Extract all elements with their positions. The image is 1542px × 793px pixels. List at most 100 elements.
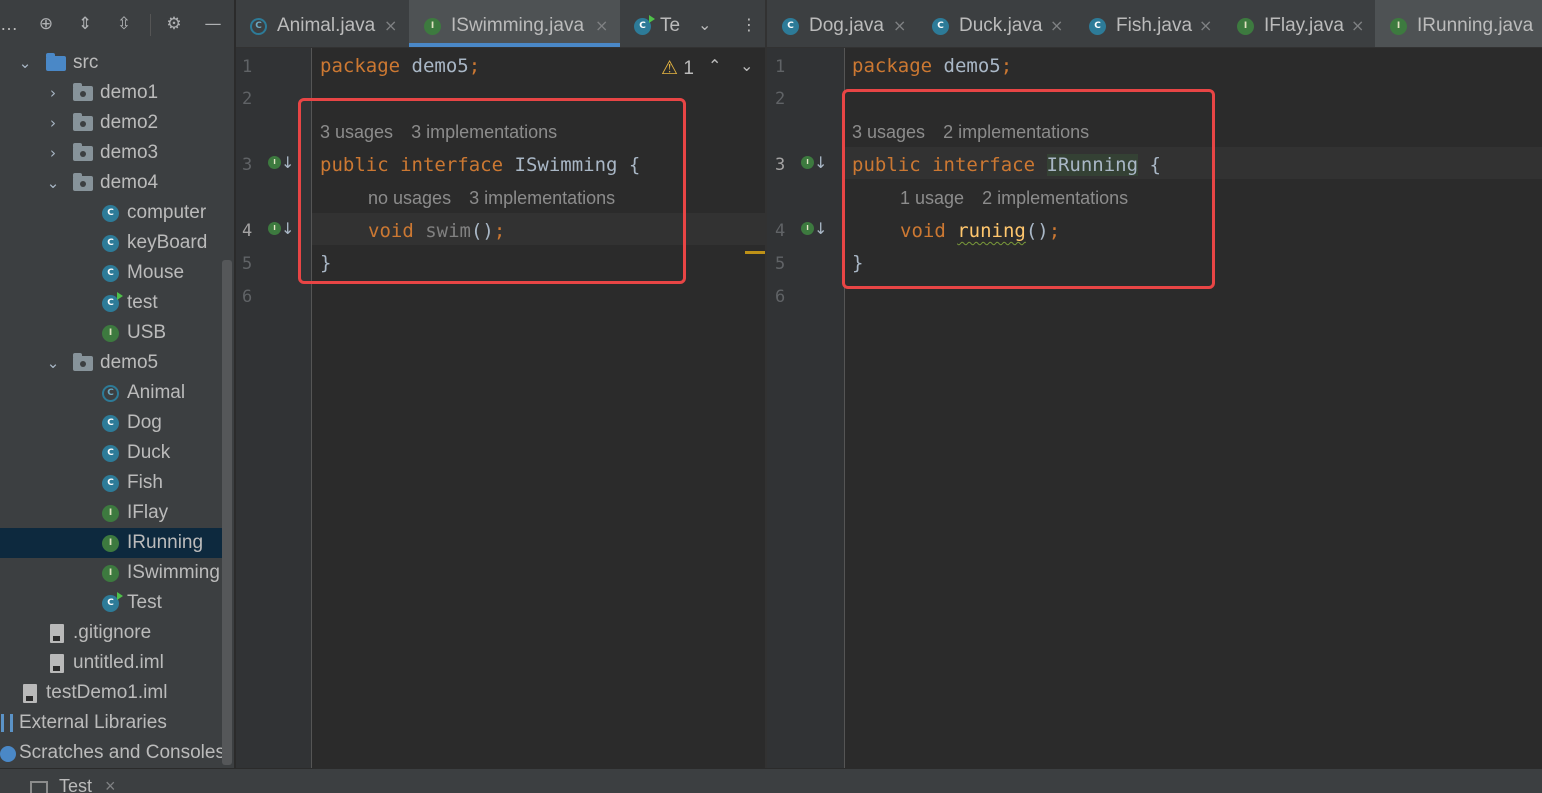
abstract-class-icon: C [250, 18, 267, 35]
tree-item-usb[interactable]: I USB [0, 318, 232, 348]
tree-item-label: ISwimming [127, 562, 220, 583]
warning-icon: ⚠ [661, 57, 679, 79]
tab-label: Animal.java [277, 15, 376, 36]
warning-count: 1 [683, 58, 694, 79]
tree-item-demo5[interactable]: ⌄ demo5 [0, 348, 232, 378]
implemented-gutter-icon[interactable]: I ↓ [801, 153, 827, 174]
tree-item-keyboard[interactable]: C keyBoard [0, 228, 232, 258]
interface-icon: I [1390, 18, 1407, 35]
tab-fish-java[interactable]: C Fish.java × [1075, 0, 1223, 47]
tree-item-demo3[interactable]: › demo3 [0, 138, 232, 168]
interface-badge-icon: I [801, 222, 814, 235]
tab-duck-java[interactable]: C Duck.java × [917, 0, 1075, 47]
tab-test-java[interactable]: C Te [620, 0, 682, 47]
tab-iswimming-java[interactable]: I ISwimming.java × [409, 0, 620, 47]
line-number: 6 [242, 287, 253, 307]
tab-iflay-java[interactable]: I IFlay.java × [1223, 0, 1375, 47]
toolbar-divider [150, 14, 151, 36]
class-icon: C [102, 235, 119, 252]
previous-highlight-icon[interactable]: ⌃ [708, 54, 721, 78]
tree-item-demo2[interactable]: › demo2 [0, 108, 232, 138]
tree-item-label: keyBoard [127, 232, 208, 253]
tree-item-test-demo5[interactable]: C Test [0, 588, 232, 618]
interface-icon: I [102, 535, 119, 552]
chevron-down-icon[interactable]: ⌄ [46, 348, 60, 378]
close-icon[interactable]: × [384, 0, 397, 47]
class-icon: C [932, 18, 949, 35]
tab-label: Duck.java [959, 15, 1043, 36]
tree-item-untitled-iml[interactable]: untitled.iml [0, 648, 232, 678]
implemented-gutter-icon[interactable]: I ↓ [268, 219, 294, 240]
tree-item-iflay[interactable]: I IFlay [0, 498, 232, 528]
tree-item-iswimming[interactable]: I ISwimming [0, 558, 232, 588]
tree-item-external-libraries[interactable]: External Libraries [0, 708, 232, 738]
tree-item-gitignore[interactable]: .gitignore [0, 618, 232, 648]
tree-item-dog[interactable]: C Dog [0, 408, 232, 438]
keyword: package [320, 55, 401, 77]
right-editor-tabbar: C Dog.java × C Duck.java × C Fish.java ×… [767, 0, 1542, 48]
class-icon: C [102, 475, 119, 492]
project-toolbar: … ⊕ ⇕ ⇳ ⚙ — [0, 0, 234, 48]
gear-icon[interactable]: ⚙ [164, 14, 184, 34]
tab-label: IRunning.java [1417, 15, 1534, 36]
tree-item-fish[interactable]: C Fish [0, 468, 232, 498]
code-line-1[interactable]: package demo5; [852, 54, 1012, 78]
tree-item-computer[interactable]: C computer [0, 198, 232, 228]
chevron-right-icon[interactable]: › [46, 78, 60, 108]
class-icon: C [102, 415, 119, 432]
tree-item-irunning[interactable]: I IRunning [0, 528, 232, 558]
implemented-gutter-icon[interactable]: I ↓ [801, 219, 827, 240]
tab-label: ISwimming.java [451, 15, 585, 36]
tree-item-duck[interactable]: C Duck [0, 438, 232, 468]
implemented-gutter-icon[interactable]: I ↓ [268, 153, 294, 174]
sidebar-scrollbar[interactable] [222, 260, 232, 765]
class-icon: C [782, 18, 799, 35]
close-icon[interactable]: × [105, 776, 116, 793]
arrow-down-icon: ↓ [281, 153, 295, 172]
tree-item-animal[interactable]: C Animal [0, 378, 232, 408]
warning-stripe-marker[interactable] [745, 251, 765, 254]
line-number: 5 [242, 254, 253, 274]
close-icon[interactable]: × [893, 0, 906, 47]
tree-item-test-demo4[interactable]: C test [0, 288, 232, 318]
expand-all-icon[interactable]: ⇕ [75, 14, 95, 34]
close-icon[interactable]: × [1199, 0, 1212, 47]
more-options-icon[interactable]: ⋮ [741, 13, 757, 37]
package-icon [73, 173, 93, 191]
target-icon[interactable]: ⊕ [36, 14, 56, 34]
close-icon[interactable]: × [1050, 0, 1063, 47]
run-console-icon [30, 781, 48, 793]
tree-item-src[interactable]: ⌄ src [0, 48, 232, 78]
tree-item-demo1[interactable]: › demo1 [0, 78, 232, 108]
tree-item-label: Mouse [127, 262, 185, 283]
identifier: demo5 [932, 55, 1001, 77]
inspection-widget[interactable]: ⚠ 1 [661, 56, 694, 81]
chevron-down-icon[interactable]: ⌄ [46, 168, 60, 198]
runnable-class-icon: C [102, 292, 123, 312]
tree-item-scratches[interactable]: Scratches and Consoles [0, 738, 232, 768]
close-icon[interactable]: × [1351, 0, 1364, 47]
tree-item-testdemo1-iml[interactable]: testDemo1.iml [0, 678, 232, 708]
code-line-1[interactable]: package demo5; [320, 54, 480, 78]
line-number: 5 [775, 254, 786, 274]
tab-irunning-java[interactable]: I IRunning.java [1375, 0, 1542, 47]
line-number: 2 [775, 89, 786, 109]
chevron-down-icon[interactable]: ⌄ [698, 13, 711, 37]
run-tab-test[interactable]: Test × [30, 769, 116, 793]
close-icon[interactable]: × [595, 0, 608, 47]
tab-dog-java[interactable]: C Dog.java × [767, 0, 917, 47]
tree-item-demo4[interactable]: ⌄ demo4 [0, 168, 232, 198]
collapse-all-icon[interactable]: ⇳ [114, 14, 134, 34]
tab-animal-java[interactable]: C Animal.java × [236, 0, 409, 47]
chevron-down-icon[interactable]: ⌄ [18, 48, 32, 78]
tree-item-mouse[interactable]: C Mouse [0, 258, 232, 288]
chevron-right-icon[interactable]: › [46, 108, 60, 138]
left-editor-tabbar: C Animal.java × I ISwimming.java × C Te … [236, 0, 765, 48]
next-highlight-icon[interactable]: ⌄ [740, 54, 753, 78]
interface-badge-icon: I [268, 222, 281, 235]
tree-item-label: .gitignore [73, 622, 152, 643]
minimize-icon[interactable]: — [203, 14, 223, 34]
identifier: demo5 [400, 55, 469, 77]
chevron-right-icon[interactable]: › [46, 138, 60, 168]
interface-icon: I [102, 565, 119, 582]
